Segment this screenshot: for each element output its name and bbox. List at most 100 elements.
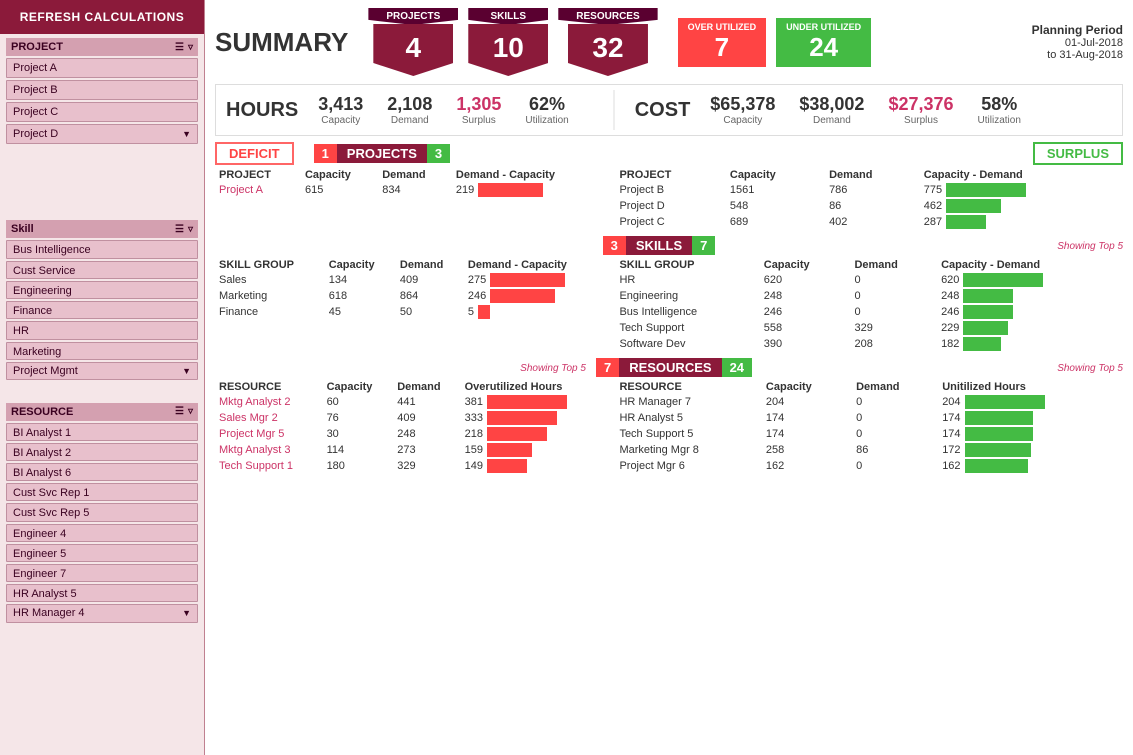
- resource-item-7[interactable]: Engineer 5: [6, 544, 198, 562]
- project-a-diff: 219: [452, 182, 606, 198]
- col-res-cap: Capacity: [323, 380, 394, 394]
- project-filter-icon[interactable]: ☰: [175, 42, 184, 53]
- table-row: HR Analyst 5 174 0 174: [615, 410, 1123, 426]
- resource-filter-icon[interactable]: ☰: [175, 406, 184, 417]
- resources-surplus-num: 24: [722, 358, 752, 377]
- res-projmgr5[interactable]: Project Mgr 5: [215, 426, 323, 442]
- res-mktg3[interactable]: Mktg Analyst 3: [215, 442, 323, 458]
- project-b-demand: 786: [825, 182, 920, 198]
- resource-item-4[interactable]: Cust Svc Rep 1: [6, 483, 198, 501]
- resource-item-6[interactable]: Engineer 4: [6, 524, 198, 542]
- col-res-over: Overutilized Hours: [461, 380, 606, 394]
- res-projmgr6: Project Mgr 6: [615, 458, 761, 474]
- project-item-c[interactable]: Project C: [6, 102, 198, 122]
- skill-filter-icon[interactable]: ☰: [175, 224, 184, 235]
- skill-item-bi[interactable]: Bus Intelligence: [6, 240, 198, 258]
- skill-bi-cap: 246: [760, 304, 851, 320]
- skill-item-fin[interactable]: Finance: [6, 301, 198, 319]
- table-row: Tech Support 5 174 0 174: [615, 426, 1123, 442]
- bar-project-d: [946, 199, 1001, 213]
- projects-deficit-num: 1: [314, 144, 337, 163]
- resource-item-9[interactable]: HR Analyst 5: [6, 584, 198, 602]
- col-capacity-s: Capacity: [726, 168, 825, 182]
- resource-item-8[interactable]: Engineer 7: [6, 564, 198, 582]
- project-sort-icon[interactable]: ▿: [188, 42, 193, 53]
- project-c-diff: 287: [920, 214, 1123, 230]
- col-skill-cap: Capacity: [325, 258, 396, 272]
- skills-section: 3 SKILLS 7 Showing Top 5 SKILL GROUP Cap: [215, 236, 1123, 352]
- col-skill-diff-s: Capacity - Demand: [937, 258, 1123, 272]
- bar-techsupport: [963, 321, 1008, 335]
- refresh-button[interactable]: REFRESH CALCULATIONS: [0, 0, 204, 34]
- skill-sales-diff: 275: [464, 272, 606, 288]
- resource-item-2[interactable]: BI Analyst 2: [6, 443, 198, 461]
- resource-scroll-icon[interactable]: ▼: [182, 608, 191, 618]
- bar-mktgmgr8: [965, 443, 1031, 457]
- resource-sort-icon[interactable]: ▿: [188, 406, 193, 417]
- res-mktg2[interactable]: Mktg Analyst 2: [215, 394, 323, 410]
- res-hranalyst5-dem: 0: [852, 410, 938, 426]
- table-row: Tech Support 1 180 329 149: [215, 458, 605, 474]
- resource-list: BI Analyst 1 BI Analyst 2 BI Analyst 6 C…: [6, 423, 198, 623]
- project-d-capacity: 548: [726, 198, 825, 214]
- skill-techsupport-diff: 229: [937, 320, 1123, 336]
- cost-util-label: Utilization: [978, 115, 1021, 126]
- skill-item-hr[interactable]: HR: [6, 321, 198, 339]
- resources-badge-label: RESOURCES: [619, 358, 721, 377]
- bar-hranalyst5: [965, 411, 1033, 425]
- resource-item-1[interactable]: BI Analyst 1: [6, 423, 198, 441]
- planning-period-to-row: to 31-Aug-2018: [1032, 49, 1123, 61]
- skill-sort-icon[interactable]: ▿: [188, 224, 193, 235]
- resource-item-10[interactable]: HR Manager 4 ▼: [6, 604, 198, 622]
- col-res-dem-u: Demand: [852, 380, 938, 394]
- res-techsup1[interactable]: Tech Support 1: [215, 458, 323, 474]
- skill-item-pm[interactable]: Project Mgmt ▼: [6, 362, 198, 380]
- cost-surplus: $27,376 Surplus: [888, 94, 953, 126]
- table-row: Project Mgr 6 162 0 162: [615, 458, 1123, 474]
- projects-badge-label: PROJECTS: [368, 8, 458, 25]
- table-row: Engineering 248 0 248: [615, 288, 1123, 304]
- projects-badge-value: 4: [373, 24, 453, 76]
- hours-util-label: Utilization: [525, 115, 568, 126]
- table-row: Project B 1561 786 775: [615, 182, 1123, 198]
- resources-under-table-wrap: RESOURCE Capacity Demand Unitilized Hour…: [615, 380, 1123, 474]
- col-demand-s: Demand: [825, 168, 920, 182]
- resource-item-5[interactable]: Cust Svc Rep 5: [6, 503, 198, 521]
- skills-surplus-num: 7: [692, 236, 715, 255]
- projects-deficit-table: PROJECT Capacity Demand Demand - Capacit…: [215, 168, 605, 198]
- over-utilized-label: OVER UTILIZED: [688, 22, 757, 32]
- res-hrmgr7: HR Manager 7: [615, 394, 761, 410]
- project-name-a[interactable]: Project A: [215, 182, 301, 198]
- res-salesmgr2-cap: 76: [323, 410, 394, 426]
- skill-scroll-icon[interactable]: ▼: [182, 366, 191, 376]
- col-resource-u: RESOURCE: [615, 380, 761, 394]
- project-item-a[interactable]: Project A: [6, 58, 198, 78]
- skills-deficit-num: 3: [603, 236, 626, 255]
- skill-list: Bus Intelligence Cust Service Engineerin…: [6, 240, 198, 380]
- skill-section: Skill ☰ ▿ Bus Intelligence Cust Service …: [0, 216, 204, 398]
- under-utilized-value: 24: [786, 32, 861, 63]
- skill-hr: HR: [615, 272, 759, 288]
- project-d-demand: 86: [825, 198, 920, 214]
- bar-sales: [490, 273, 565, 287]
- resources-badge: 7 RESOURCES 24: [596, 358, 752, 377]
- res-salesmgr2[interactable]: Sales Mgr 2: [215, 410, 323, 426]
- skill-item-mkt[interactable]: Marketing: [6, 342, 198, 360]
- res-hrmgr7-diff: 204: [938, 394, 1123, 410]
- col-skill-group: SKILL GROUP: [215, 258, 325, 272]
- res-mktgmgr8: Marketing Mgr 8: [615, 442, 761, 458]
- scroll-down-icon[interactable]: ▼: [182, 129, 191, 139]
- col-skill-dem-s: Demand: [850, 258, 937, 272]
- res-techsup5-dem: 0: [852, 426, 938, 442]
- skills-header-row: 3 SKILLS 7 Showing Top 5: [215, 236, 1123, 255]
- skill-sales: Sales: [215, 272, 325, 288]
- project-item-d[interactable]: Project D ▼: [6, 124, 198, 144]
- skill-sales-dem: 409: [396, 272, 464, 288]
- res-hrmgr7-cap: 204: [762, 394, 852, 410]
- skill-hr-dem: 0: [850, 272, 937, 288]
- skill-item-cust[interactable]: Cust Service: [6, 261, 198, 279]
- project-item-b[interactable]: Project B: [6, 80, 198, 100]
- resource-item-3[interactable]: BI Analyst 6: [6, 463, 198, 481]
- deficit-label: DEFICIT: [215, 142, 294, 165]
- skill-item-eng[interactable]: Engineering: [6, 281, 198, 299]
